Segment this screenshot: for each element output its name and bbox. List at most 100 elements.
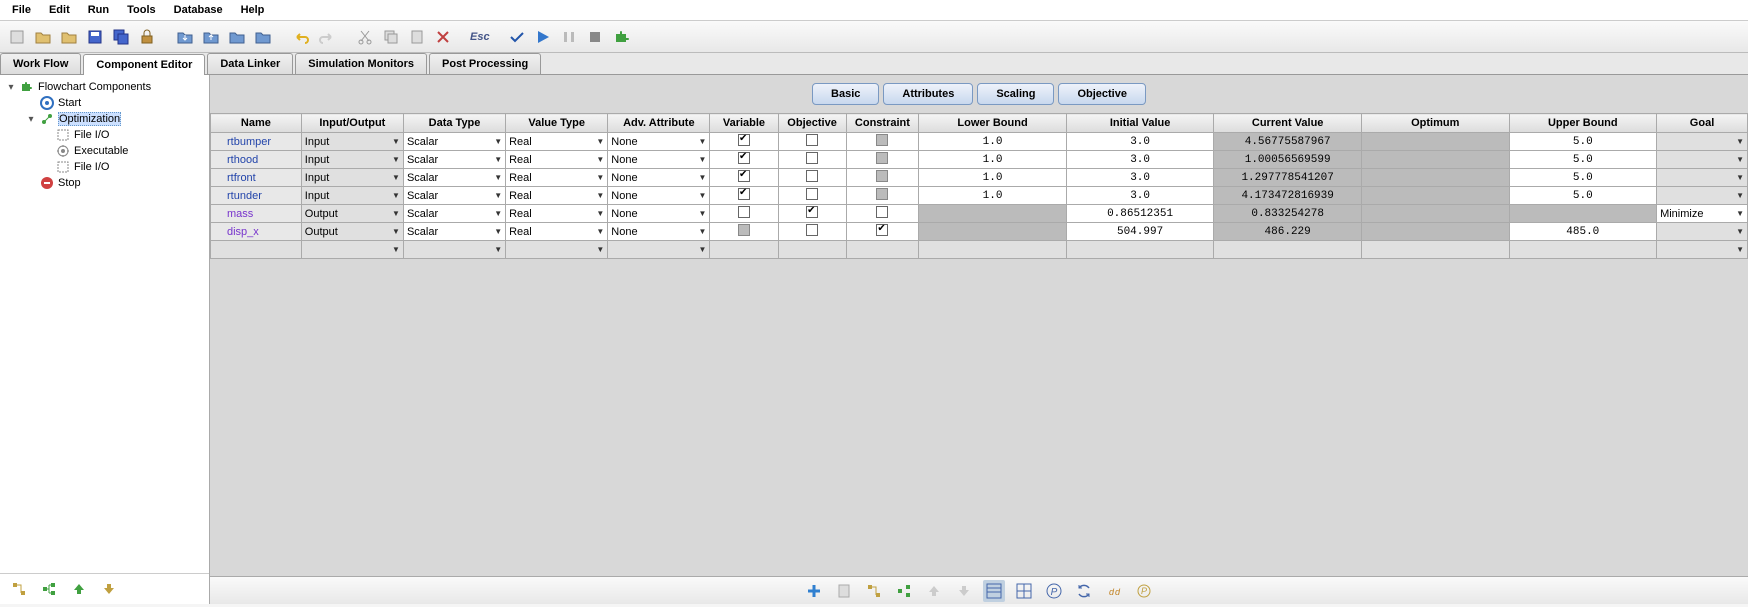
branch2-icon[interactable] [893, 580, 915, 602]
cell-name[interactable]: rtbumper [211, 133, 302, 151]
redo-icon[interactable] [316, 26, 338, 48]
col-currentvalue[interactable]: Current Value [1214, 114, 1362, 133]
cell-cv[interactable]: 486.229 [1214, 223, 1362, 241]
checkbox[interactable] [806, 188, 818, 200]
check-icon[interactable] [506, 26, 528, 48]
tree-item-optimization[interactable]: ▾Optimization [4, 111, 205, 127]
cell-ub-highlight[interactable] [1509, 241, 1657, 259]
cell-cv[interactable]: 0.833254278 [1214, 205, 1362, 223]
checkbox[interactable] [738, 170, 750, 182]
tree-up-icon[interactable] [68, 578, 90, 600]
pause-icon[interactable] [558, 26, 580, 48]
cell-iv[interactable]: 0.86512351 [1066, 205, 1214, 223]
tree-link-icon[interactable] [8, 578, 30, 600]
col-valuetype[interactable]: Value Type [506, 114, 608, 133]
down2-icon[interactable] [953, 580, 975, 602]
attributes-button[interactable]: Attributes [883, 83, 973, 105]
col-objective[interactable]: Objective [778, 114, 846, 133]
p-script-icon[interactable]: P [1043, 580, 1065, 602]
delete-icon[interactable] [432, 26, 454, 48]
cell-lb[interactable]: 1.0 [919, 169, 1067, 187]
cell-ub[interactable]: 485.0 [1509, 223, 1657, 241]
up2-icon[interactable] [923, 580, 945, 602]
cell-cv[interactable]: 1.297778541207 [1214, 169, 1362, 187]
menu-tools[interactable]: Tools [119, 2, 164, 18]
p-circle-icon[interactable]: P [1133, 580, 1155, 602]
col-inputoutput[interactable]: Input/Output [301, 114, 403, 133]
cell-opt[interactable] [1361, 223, 1509, 241]
new-icon[interactable] [6, 26, 28, 48]
col-name[interactable]: Name [211, 114, 302, 133]
tree-root[interactable]: ▾ Flowchart Components [4, 79, 205, 95]
cell-iv[interactable]: 3.0 [1066, 151, 1214, 169]
tree-item-stop[interactable]: Stop [4, 175, 205, 191]
cell-cv[interactable]: 1.00056569599 [1214, 151, 1362, 169]
escape-label[interactable]: Esc [470, 26, 490, 48]
cell-lb[interactable]: 1.0 [919, 151, 1067, 169]
cell-ub[interactable]: 5.0 [1509, 187, 1657, 205]
tree-down-icon[interactable] [98, 578, 120, 600]
checkbox[interactable] [738, 206, 750, 218]
menu-database[interactable]: Database [166, 2, 231, 18]
cell-lb[interactable] [919, 223, 1067, 241]
objective-button[interactable]: Objective [1058, 83, 1146, 105]
cell-name[interactable]: rtfront [211, 169, 302, 187]
import-icon[interactable] [174, 26, 196, 48]
cell-iv[interactable]: 3.0 [1066, 169, 1214, 187]
cell-opt[interactable] [1361, 151, 1509, 169]
checkbox[interactable] [806, 224, 818, 236]
checkbox[interactable] [806, 170, 818, 182]
col-advattribute[interactable]: Adv. Attribute [608, 114, 710, 133]
tree-item-fileio[interactable]: File I/O [4, 127, 205, 143]
cell-name[interactable]: rthood [211, 151, 302, 169]
cell-iv[interactable]: 504.997 [1066, 223, 1214, 241]
dd-script-icon[interactable]: dd [1103, 580, 1125, 602]
stop-icon[interactable] [584, 26, 606, 48]
cell-opt[interactable] [1361, 205, 1509, 223]
refresh-icon[interactable] [1073, 580, 1095, 602]
checkbox[interactable] [806, 206, 818, 218]
col-upperbound[interactable]: Upper Bound [1509, 114, 1657, 133]
checkbox[interactable] [876, 206, 888, 218]
grid2-icon[interactable] [1013, 580, 1035, 602]
run-icon[interactable] [532, 26, 554, 48]
save-icon[interactable] [84, 26, 106, 48]
copy-icon[interactable] [380, 26, 402, 48]
export-icon[interactable] [200, 26, 222, 48]
folder-icon[interactable] [32, 26, 54, 48]
cut-icon[interactable] [354, 26, 376, 48]
cell-cv[interactable]: 4.173472816939 [1214, 187, 1362, 205]
cell-ub[interactable]: 5.0 [1509, 133, 1657, 151]
tree-item-executable[interactable]: Executable [4, 143, 205, 159]
link2-icon[interactable] [863, 580, 885, 602]
folder-out-icon[interactable] [252, 26, 274, 48]
page-icon[interactable] [833, 580, 855, 602]
cell-name[interactable]: disp_x [211, 223, 302, 241]
cell-iv[interactable]: 3.0 [1066, 133, 1214, 151]
cell-ub[interactable] [1509, 205, 1657, 223]
row-empty[interactable]: ▼▼▼▼▼ [211, 241, 1748, 259]
tree-item-start[interactable]: Start [4, 95, 205, 111]
tree-branch-icon[interactable] [38, 578, 60, 600]
scaling-button[interactable]: Scaling [977, 83, 1054, 105]
checkbox[interactable] [738, 188, 750, 200]
cell-iv[interactable]: 3.0 [1066, 187, 1214, 205]
cell-name[interactable]: mass [211, 205, 302, 223]
col-initialvalue[interactable]: Initial Value [1066, 114, 1214, 133]
cell-opt[interactable] [1361, 169, 1509, 187]
checkbox[interactable] [738, 152, 750, 164]
puzzle-icon[interactable] [610, 26, 632, 48]
cell-lb[interactable] [919, 205, 1067, 223]
cell-opt[interactable] [1361, 187, 1509, 205]
checkbox[interactable] [806, 134, 818, 146]
menu-help[interactable]: Help [233, 2, 273, 18]
grid1-icon[interactable] [983, 580, 1005, 602]
checkbox[interactable] [806, 152, 818, 164]
tab-simulation-monitors[interactable]: Simulation Monitors [295, 53, 427, 74]
col-datatype[interactable]: Data Type [403, 114, 505, 133]
folder-in-icon[interactable] [226, 26, 248, 48]
menu-edit[interactable]: Edit [41, 2, 78, 18]
tab-workflow[interactable]: Work Flow [0, 53, 81, 74]
save-all-icon[interactable] [110, 26, 132, 48]
col-goal[interactable]: Goal [1657, 114, 1748, 133]
